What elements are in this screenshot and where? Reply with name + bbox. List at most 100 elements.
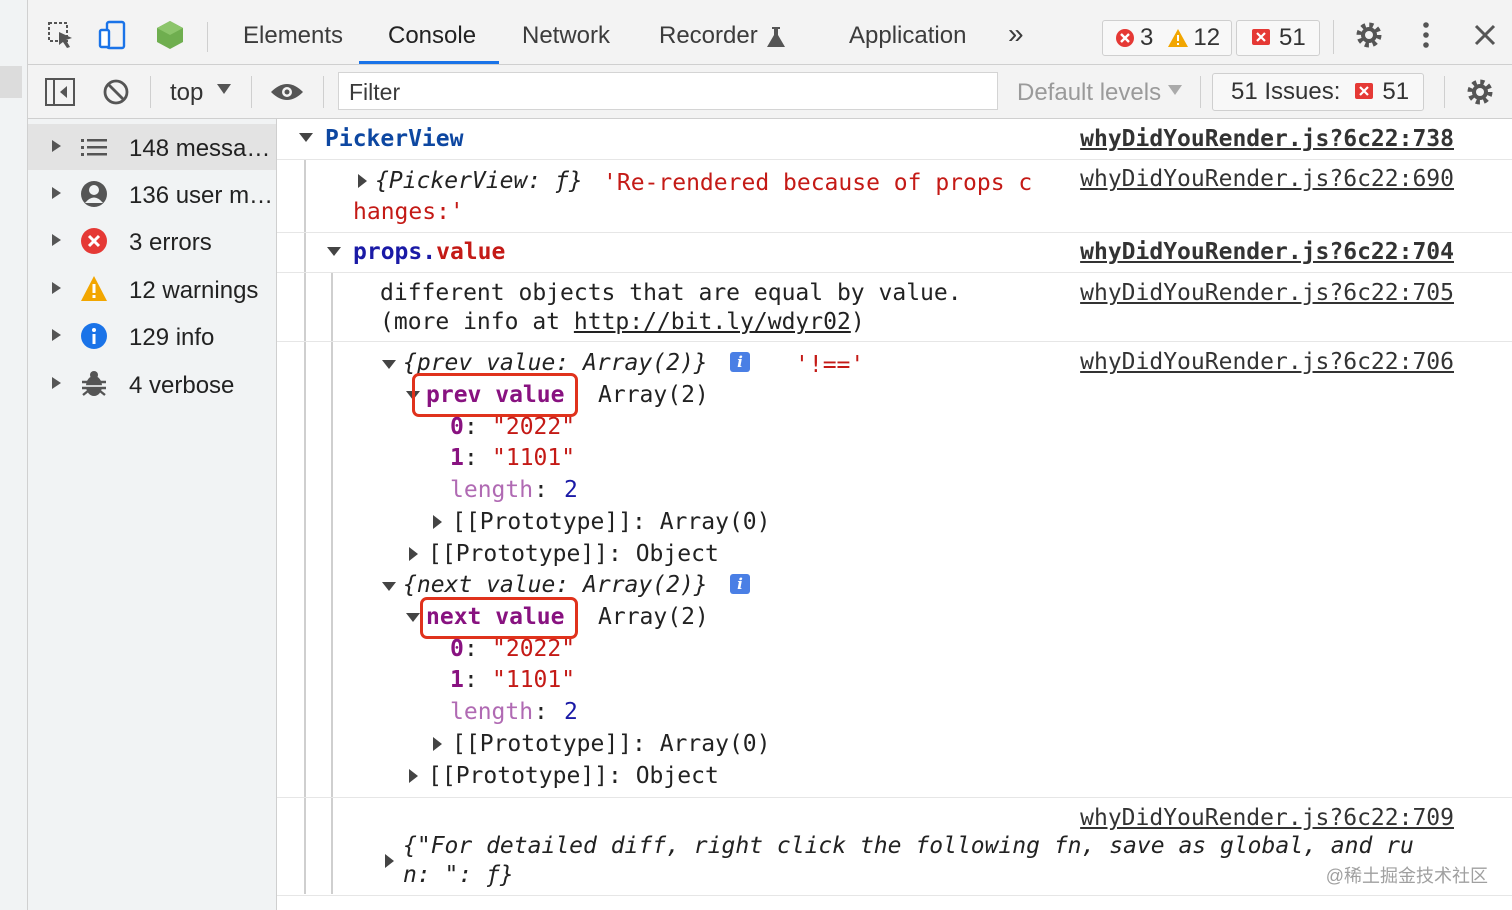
- tab-recorder[interactable]: Recorder: [659, 22, 758, 50]
- not-equal-label: '!==': [795, 352, 865, 378]
- close-icon[interactable]: [1470, 20, 1500, 50]
- length-key: length: [450, 699, 534, 725]
- expand-arrow-icon[interactable]: [433, 737, 442, 751]
- collapse-arrow-icon[interactable]: [382, 582, 396, 591]
- sidebar-item-verbose[interactable]: 4 verbose: [28, 361, 276, 407]
- expand-arrow-icon[interactable]: [385, 854, 394, 868]
- issue-icon: [1252, 29, 1270, 45]
- array-value: "2022": [492, 636, 576, 662]
- expand-arrow-icon[interactable]: [358, 174, 367, 188]
- issues-count: 51: [1279, 24, 1306, 51]
- sidebar-item-info[interactable]: 129 info: [28, 313, 276, 359]
- expand-arrow-icon[interactable]: [409, 547, 418, 561]
- diff-fn-preview[interactable]: {"For detailed diff, right click the fol…: [403, 833, 1414, 859]
- sidebar-item-warnings[interactable]: 12 warnings: [28, 266, 276, 312]
- settings-gear-icon[interactable]: [1354, 20, 1384, 50]
- levels-dropdown-icon[interactable]: [1168, 85, 1182, 95]
- props-label: props: [353, 239, 423, 265]
- row-divider: [277, 895, 1512, 896]
- expand-arrow-icon[interactable]: [52, 187, 61, 199]
- toolbar-divider: [251, 76, 252, 108]
- collapse-arrow-icon[interactable]: [406, 613, 420, 622]
- more-info-link[interactable]: http://bit.ly/wdyr02: [574, 309, 851, 335]
- prototype-array[interactable]: [[Prototype]]: Array(0): [452, 731, 771, 757]
- source-link[interactable]: whyDidYouRender.js?6c22:704: [1080, 239, 1454, 265]
- diff-text: ): [850, 309, 865, 335]
- tab-elements[interactable]: Elements: [243, 22, 343, 50]
- array-summary: Array(2): [598, 604, 709, 630]
- sidebar-item-user-messages[interactable]: 136 user m…: [28, 171, 276, 217]
- prototype-object[interactable]: [[Prototype]]: Object: [428, 763, 719, 789]
- next-object-preview[interactable]: {next value: Array(2)}: [403, 572, 708, 598]
- source-link[interactable]: whyDidYouRender.js?6c22:738: [1080, 126, 1454, 152]
- info-badge-icon[interactable]: i: [730, 574, 750, 594]
- array-summary: Array(2): [598, 382, 709, 408]
- device-toolbar-icon[interactable]: [98, 20, 128, 50]
- array-value: "1101": [492, 667, 576, 693]
- source-link[interactable]: whyDidYouRender.js?6c22:709: [1080, 805, 1454, 831]
- collapse-arrow-icon[interactable]: [299, 133, 313, 142]
- inspect-element-icon[interactable]: [46, 20, 76, 50]
- log-levels-dropdown[interactable]: Default levels: [1017, 79, 1161, 107]
- prototype-object[interactable]: [[Prototype]]: Object: [428, 541, 719, 567]
- tab-network[interactable]: Network: [522, 22, 610, 50]
- expand-arrow-icon[interactable]: [52, 282, 61, 294]
- issues-label: 51 Issues:: [1231, 78, 1341, 105]
- source-link[interactable]: whyDidYouRender.js?6c22:705: [1080, 280, 1454, 306]
- row-divider: [277, 272, 1512, 273]
- sidebar-item-errors[interactable]: 3 errors: [28, 218, 276, 264]
- collapse-arrow-icon[interactable]: [382, 360, 396, 369]
- info-icon: [81, 323, 107, 349]
- issues-counter[interactable]: 51: [1236, 20, 1320, 56]
- array-index: 1: [450, 667, 464, 693]
- console-settings-gear-icon[interactable]: [1465, 77, 1495, 107]
- watermark: @稀土掘金技术社区: [1325, 866, 1488, 886]
- node-icon[interactable]: [155, 20, 185, 50]
- diff-fn-preview-cont[interactable]: n: ": ƒ}: [403, 862, 514, 888]
- issues-button[interactable]: 51 Issues: 51: [1212, 73, 1424, 111]
- array-value: "2022": [492, 414, 576, 440]
- expand-arrow-icon[interactable]: [52, 140, 61, 152]
- sidebar-item-label: 136 user m…: [129, 182, 274, 209]
- show-sidebar-icon[interactable]: [45, 78, 75, 106]
- tab-console[interactable]: Console: [388, 22, 476, 50]
- source-link[interactable]: whyDidYouRender.js?6c22:706: [1080, 349, 1454, 375]
- props-value-title[interactable]: props.value: [353, 239, 505, 265]
- live-expression-eye-icon[interactable]: [270, 82, 304, 102]
- source-link[interactable]: whyDidYouRender.js?6c22:690: [1080, 166, 1454, 192]
- prototype-array[interactable]: [[Prototype]]: Array(0): [452, 509, 771, 535]
- log-message: 'Re-rendered because of props c: [603, 170, 1033, 196]
- expand-arrow-icon[interactable]: [52, 234, 61, 246]
- highlight-box: [420, 597, 578, 639]
- expand-arrow-icon[interactable]: [52, 377, 61, 389]
- info-badge-icon[interactable]: i: [730, 352, 750, 372]
- collapse-arrow-icon[interactable]: [327, 247, 341, 256]
- expand-arrow-icon[interactable]: [409, 769, 418, 783]
- diff-text: (more info at: [380, 309, 574, 335]
- error-icon: [1116, 29, 1134, 47]
- highlight-box: [412, 373, 578, 417]
- log-object-preview[interactable]: {PickerView: ƒ}: [375, 168, 583, 194]
- active-tab-indicator: [359, 61, 499, 64]
- toolbar-divider: [1200, 76, 1201, 108]
- tab-application[interactable]: Application: [849, 22, 966, 50]
- length-value: 2: [564, 477, 578, 503]
- array-index: 1: [450, 445, 464, 471]
- context-dropdown-icon[interactable]: [217, 84, 231, 94]
- left-gutter: [0, 0, 28, 910]
- more-options-icon[interactable]: [1411, 20, 1441, 50]
- filter-input[interactable]: [347, 77, 991, 107]
- more-tabs-icon[interactable]: »: [1008, 18, 1024, 50]
- expand-arrow-icon[interactable]: [433, 515, 442, 529]
- array-value: "1101": [492, 445, 576, 471]
- length-key: length: [450, 477, 534, 503]
- error-warning-counter[interactable]: 3 12: [1102, 20, 1232, 56]
- flask-icon: [767, 27, 785, 47]
- log-message-cont: hanges:': [353, 199, 464, 225]
- gutter-tab[interactable]: [0, 66, 22, 98]
- context-selector[interactable]: top: [170, 79, 203, 107]
- sidebar-item-messages[interactable]: 148 messa…: [28, 124, 276, 170]
- clear-console-icon[interactable]: [102, 78, 130, 106]
- expand-arrow-icon[interactable]: [52, 329, 61, 341]
- group-title[interactable]: PickerView: [325, 126, 463, 152]
